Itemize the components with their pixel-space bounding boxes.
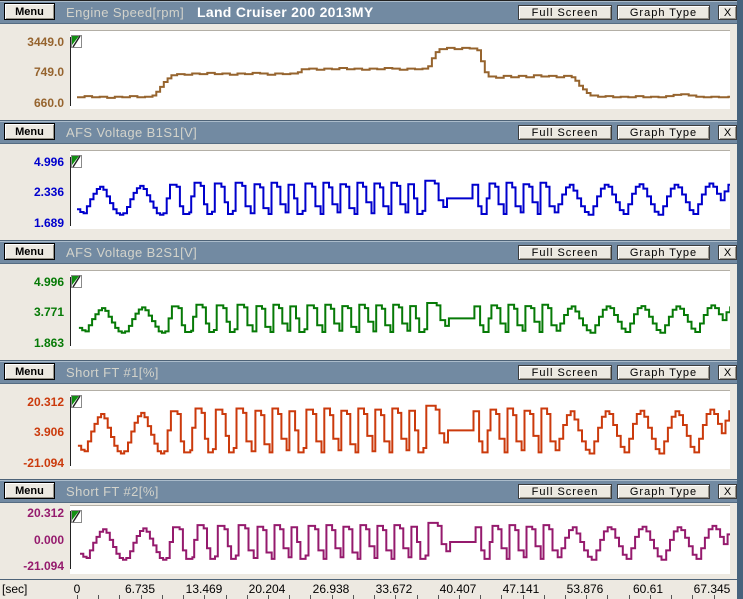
cursor-marker-icon[interactable]: [71, 395, 82, 408]
y-max-label: 4.996: [0, 156, 64, 169]
close-icon[interactable]: X: [718, 5, 737, 20]
full-screen-button[interactable]: Full Screen: [518, 484, 612, 499]
plot-area[interactable]: [70, 150, 730, 229]
cursor-marker-icon[interactable]: [71, 35, 82, 48]
y-max-label: 20.312: [0, 396, 64, 409]
y-max-label: 20.312: [0, 507, 64, 520]
menu-button[interactable]: Menu: [4, 482, 55, 499]
plot-area[interactable]: [70, 505, 730, 574]
window-right-edge: [737, 0, 743, 599]
full-screen-button[interactable]: Full Screen: [518, 245, 612, 260]
menu-button[interactable]: Menu: [4, 363, 55, 380]
waveform-chart: [70, 31, 730, 109]
waveform-chart: [70, 391, 730, 469]
panel-title: AFS Voltage B2S1[V]: [66, 245, 197, 260]
time-tick-label: 33.672: [364, 582, 424, 596]
panel-body: 4.996 2.336 1.689: [0, 144, 737, 240]
full-screen-button[interactable]: Full Screen: [518, 125, 612, 140]
waveform-trace: [77, 48, 730, 98]
full-screen-button[interactable]: Full Screen: [518, 5, 612, 20]
y-mid-label: 3.771: [0, 306, 64, 319]
menu-button[interactable]: Menu: [4, 243, 55, 260]
time-axis-unit: [sec]: [2, 582, 27, 596]
y-min-label: 1.689: [0, 217, 64, 230]
y-max-label: 4.996: [0, 276, 64, 289]
waveform-trace: [77, 181, 730, 215]
cursor-marker-icon[interactable]: [71, 155, 82, 168]
time-tick-label: 53.876: [555, 582, 615, 596]
panel-body: 20.312 3.906 -21.094: [0, 384, 737, 479]
plot-area[interactable]: [70, 390, 730, 469]
y-min-label: -21.094: [0, 560, 64, 573]
plot-area[interactable]: [70, 30, 730, 109]
waveform-trace: [79, 303, 730, 333]
panel-body: 4.996 3.771 1.863: [0, 264, 737, 360]
time-tick-label: 60.61: [618, 582, 678, 596]
panel-title: Engine Speed[rpm]: [66, 5, 184, 20]
close-icon[interactable]: X: [718, 484, 737, 499]
panel-header: Menu AFS Voltage B2S1[V] Full Screen Gra…: [0, 241, 737, 264]
panel-body: 20.312 0.000 -21.094: [0, 503, 737, 579]
panel-title: Short FT #2[%]: [66, 484, 159, 499]
y-max-label: 3449.0: [0, 36, 64, 49]
y-min-label: -21.094: [0, 457, 64, 470]
close-icon[interactable]: X: [718, 245, 737, 260]
time-tick-label: 20.204: [237, 582, 297, 596]
y-mid-label: 0.000: [0, 534, 64, 547]
vehicle-title: Land Cruiser 200 2013MY: [197, 4, 374, 20]
waveform-trace: [80, 523, 730, 560]
time-tick-label: 26.938: [301, 582, 361, 596]
time-tick-label: 13.469: [174, 582, 234, 596]
panel-short-ft-2: Menu Short FT #2[%] Full Screen Graph Ty…: [0, 479, 737, 579]
full-screen-button[interactable]: Full Screen: [518, 365, 612, 380]
waveform-chart: [70, 271, 730, 349]
close-icon[interactable]: X: [718, 365, 737, 380]
waveform-chart: [70, 506, 730, 574]
panel-header: Menu Short FT #2[%] Full Screen Graph Ty…: [0, 480, 737, 503]
panel-afs-voltage-b1s1: Menu AFS Voltage B1S1[V] Full Screen Gra…: [0, 120, 737, 240]
panel-header: Menu Engine Speed[rpm] Land Cruiser 200 …: [0, 1, 737, 24]
graph-type-button[interactable]: Graph Type: [617, 484, 710, 499]
time-tick-label: 67.345: [682, 582, 742, 596]
waveform-trace: [78, 406, 730, 454]
close-icon[interactable]: X: [718, 125, 737, 140]
panel-header: Menu Short FT #1[%] Full Screen Graph Ty…: [0, 361, 737, 384]
y-mid-label: 3.906: [0, 426, 64, 439]
time-tick-label: 47.141: [491, 582, 551, 596]
panel-afs-voltage-b2s1: Menu AFS Voltage B2S1[V] Full Screen Gra…: [0, 240, 737, 360]
y-mid-label: 2.336: [0, 186, 64, 199]
panel-short-ft-1: Menu Short FT #1[%] Full Screen Graph Ty…: [0, 360, 737, 479]
plot-area[interactable]: [70, 270, 730, 349]
graph-type-button[interactable]: Graph Type: [617, 365, 710, 380]
time-tick-label: 6.735: [110, 582, 170, 596]
y-min-label: 1.863: [0, 337, 64, 350]
panel-title: Short FT #1[%]: [66, 365, 159, 380]
cursor-marker-icon[interactable]: [71, 510, 82, 523]
cursor-marker-icon[interactable]: [71, 275, 82, 288]
waveform-chart: [70, 151, 730, 229]
y-mid-label: 749.0: [0, 66, 64, 79]
y-min-label: 660.0: [0, 97, 64, 110]
panel-title: AFS Voltage B1S1[V]: [66, 125, 197, 140]
panel-engine-speed: Menu Engine Speed[rpm] Land Cruiser 200 …: [0, 0, 737, 120]
time-axis: [sec] 0 6.735 13.469 20.204 26.938 33.67…: [0, 579, 737, 599]
menu-button[interactable]: Menu: [4, 3, 55, 20]
diagnostic-graph-window: Menu Engine Speed[rpm] Land Cruiser 200 …: [0, 0, 743, 599]
time-tick-label: 40.407: [428, 582, 488, 596]
graph-type-button[interactable]: Graph Type: [617, 125, 710, 140]
time-tick-label: 0: [47, 582, 107, 596]
graph-type-button[interactable]: Graph Type: [617, 5, 710, 20]
menu-button[interactable]: Menu: [4, 123, 55, 140]
panel-header: Menu AFS Voltage B1S1[V] Full Screen Gra…: [0, 121, 737, 144]
graph-type-button[interactable]: Graph Type: [617, 245, 710, 260]
panel-body: 3449.0 749.0 660.0: [0, 24, 737, 120]
